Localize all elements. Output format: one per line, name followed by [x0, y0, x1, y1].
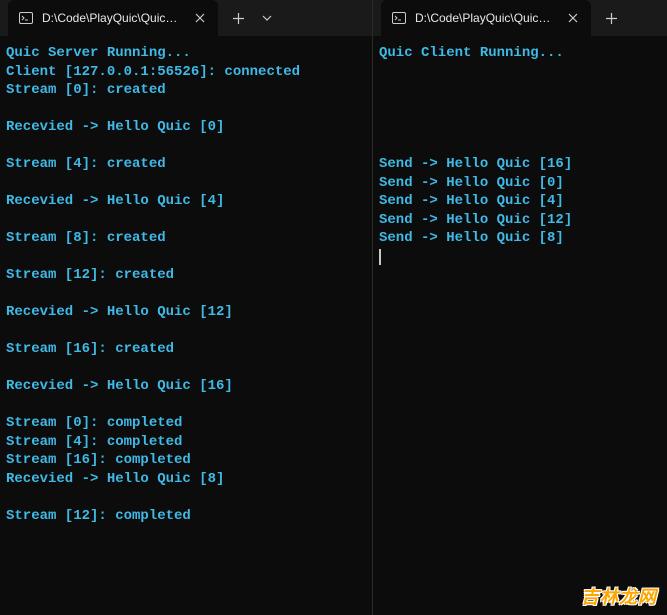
terminal-line: Client [127.0.0.1:56526]: connected: [6, 63, 366, 82]
terminal-output-right[interactable]: Quic Client Running... Send -> Hello Quic…: [373, 36, 667, 615]
new-tab-button[interactable]: [222, 2, 254, 34]
terminal-line: Recevied -> Hello Quic [16]: [6, 377, 366, 396]
terminal-line: Stream [4]: created: [6, 155, 366, 174]
terminal-line: Send -> Hello Quic [8]: [379, 229, 661, 248]
tab-dropdown-button[interactable]: [254, 2, 280, 34]
tab-server[interactable]: D:\Code\PlayQuic\QuicServer: [8, 0, 218, 36]
watermark: 吉林龙网: [581, 583, 657, 609]
terminal-pane-right: D:\Code\PlayQuic\QuicClient\ Quic Client…: [373, 0, 667, 615]
terminal-icon: [18, 10, 34, 26]
terminal-line: Stream [8]: created: [6, 229, 366, 248]
terminal-line: Quic Client Running...: [379, 44, 661, 63]
terminal-line: Recevied -> Hello Quic [8]: [6, 470, 366, 489]
terminal-line: Stream [16]: completed: [6, 451, 366, 470]
terminal-line: Send -> Hello Quic [16]: [379, 155, 661, 174]
new-tab-button[interactable]: [595, 2, 627, 34]
cursor: [379, 249, 381, 265]
tab-title: D:\Code\PlayQuic\QuicClient\: [415, 11, 557, 25]
terminal-output-left[interactable]: Quic Server Running...Client [127.0.0.1:…: [0, 36, 372, 615]
tab-title: D:\Code\PlayQuic\QuicServer: [42, 11, 184, 25]
terminal-line: Stream [16]: created: [6, 340, 366, 359]
close-icon[interactable]: [565, 10, 581, 26]
terminal-line: Send -> Hello Quic [4]: [379, 192, 661, 211]
terminal-line: Stream [12]: completed: [6, 507, 366, 526]
terminal-line: Recevied -> Hello Quic [0]: [6, 118, 366, 137]
terminal-line: Stream [12]: created: [6, 266, 366, 285]
terminal-line: Recevied -> Hello Quic [4]: [6, 192, 366, 211]
terminal-icon: [391, 10, 407, 26]
terminal-line: Stream [0]: created: [6, 81, 366, 100]
terminal-line: Send -> Hello Quic [0]: [379, 174, 661, 193]
terminal-line: Stream [0]: completed: [6, 414, 366, 433]
terminal-line: Send -> Hello Quic [12]: [379, 211, 661, 230]
tab-bar-left: D:\Code\PlayQuic\QuicServer: [0, 0, 372, 36]
terminal-line: Stream [4]: completed: [6, 433, 366, 452]
tab-bar-right: D:\Code\PlayQuic\QuicClient\: [373, 0, 667, 36]
terminal-line: Quic Server Running...: [6, 44, 366, 63]
terminal-line: Recevied -> Hello Quic [12]: [6, 303, 366, 322]
terminal-pane-left: D:\Code\PlayQuic\QuicServer Quic Server …: [0, 0, 373, 615]
close-icon[interactable]: [192, 10, 208, 26]
tab-client[interactable]: D:\Code\PlayQuic\QuicClient\: [381, 0, 591, 36]
